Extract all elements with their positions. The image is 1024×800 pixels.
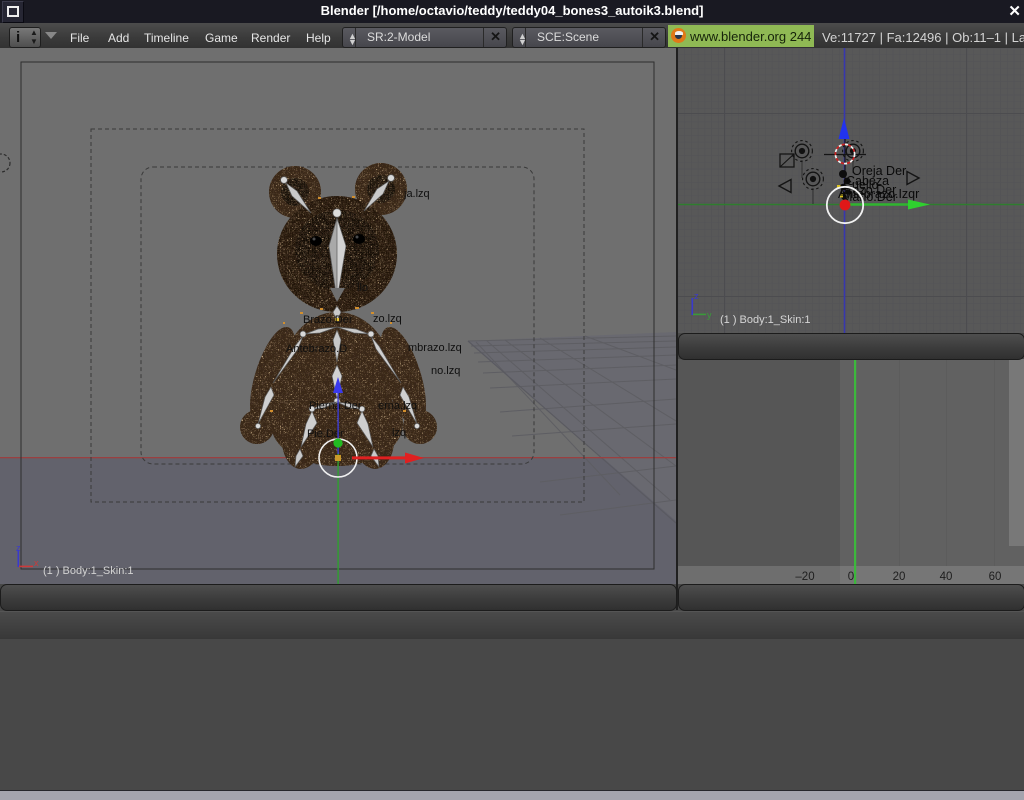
svg-text:(1 ) Body:1_Skin:1: (1 ) Body:1_Skin:1	[720, 314, 811, 326]
svg-text:40: 40	[940, 571, 953, 583]
svg-text:lzq: lzq	[392, 427, 406, 439]
svg-text:erna.lzq: erna.lzq	[378, 400, 417, 412]
svg-text:Pierna.Der: Pierna.Der	[309, 400, 362, 412]
svg-text:mbrazo.lzq: mbrazo.lzq	[408, 342, 462, 354]
svg-text:y: y	[707, 310, 712, 320]
svg-text:0: 0	[848, 571, 854, 583]
svg-text:20: 20	[893, 571, 906, 583]
svg-text:no.lzq: no.lzq	[431, 365, 460, 377]
svg-text:z: z	[694, 291, 699, 301]
svg-text:Brazo.Der: Brazo.Der	[303, 314, 353, 326]
svg-text:(1 ) Body:1_Skin:1: (1 ) Body:1_Skin:1	[43, 565, 134, 577]
svg-text:z: z	[16, 543, 21, 553]
svg-text:60: 60	[989, 571, 1002, 583]
svg-text:Mano.Der: Mano.Der	[842, 190, 897, 204]
svg-text:x: x	[34, 558, 39, 568]
svg-text:llo: llo	[357, 282, 368, 294]
svg-text:–20: –20	[795, 571, 814, 583]
svg-text:Antebrazo.D: Antebrazo.D	[286, 343, 347, 355]
svg-text:ja.lzq: ja.lzq	[403, 188, 430, 200]
svg-text:zo.lzq: zo.lzq	[373, 313, 402, 325]
